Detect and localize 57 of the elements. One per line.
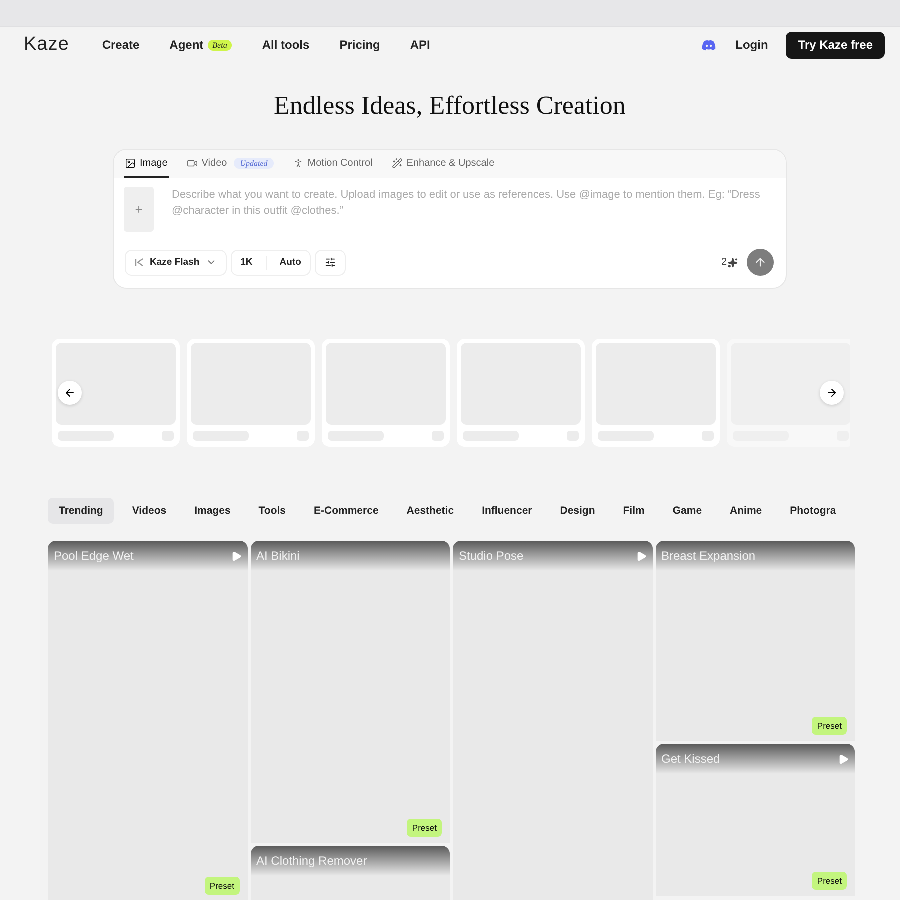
category-tab[interactable]: Influencer: [471, 498, 544, 524]
nav-link[interactable]: Agent Beta: [170, 38, 232, 52]
preset-badge: Preset: [812, 717, 847, 735]
next-button[interactable]: [820, 381, 844, 405]
model-select[interactable]: Kaze Flash: [125, 250, 227, 276]
send-button[interactable]: [747, 249, 774, 276]
discord-icon[interactable]: [702, 40, 716, 50]
category-tab[interactable]: Images: [184, 498, 242, 524]
motion-icon: [292, 158, 304, 168]
card-title: Breast Expansion: [662, 549, 756, 563]
nav-link[interactable]: All tools: [262, 38, 310, 52]
category-tab[interactable]: Videos: [121, 498, 178, 524]
size-select[interactable]: 1K Auto: [230, 250, 312, 276]
category-tab[interactable]: Photogra: [779, 498, 848, 524]
try-free-button[interactable]: Try Kaze free: [786, 32, 885, 58]
category-tab[interactable]: Aesthetic: [396, 498, 466, 524]
preset-badge: Preset: [204, 877, 240, 895]
preset-badge: Preset: [812, 872, 847, 890]
category-tab[interactable]: Design: [549, 498, 606, 524]
category-tab[interactable]: Trending: [48, 498, 114, 524]
settings-button[interactable]: [315, 250, 346, 276]
mode-tab[interactable]: Motion Control: [292, 150, 374, 178]
category-tab[interactable]: Tools: [248, 498, 298, 524]
card-title: AI Bikini: [256, 549, 300, 563]
category-tab[interactable]: E-Commerce: [303, 498, 390, 524]
card-title: AI Clothing Remover: [256, 854, 368, 868]
category-tab[interactable]: Anime: [719, 498, 774, 524]
preset-badge: Preset: [407, 819, 442, 837]
arrow-right-icon: [826, 387, 838, 399]
arrow-left-icon: [64, 387, 76, 399]
template-card[interactable]: Breast Expansion Preset: [656, 541, 855, 741]
card-title: Pool Edge Wet: [54, 549, 134, 563]
category-tab[interactable]: Game: [662, 498, 714, 524]
logo[interactable]: Kaze: [24, 34, 70, 56]
sparkle-icon: [728, 258, 738, 268]
login-link[interactable]: Login: [736, 38, 768, 52]
beta-badge: Beta: [208, 40, 232, 50]
headline: Endless Ideas, Effortless Creation: [273, 91, 627, 121]
mode-tab[interactable]: Enhance & Upscale: [390, 150, 496, 178]
nav-link[interactable]: API: [410, 38, 430, 52]
sliders-icon: [325, 257, 336, 268]
nav-link[interactable]: Pricing: [340, 38, 380, 52]
arrow-up-icon: [754, 256, 767, 269]
video-icon: [186, 158, 198, 168]
nav-link[interactable]: Create: [102, 38, 140, 52]
template-card[interactable]: Pool Edge Wet Preset: [48, 541, 248, 900]
mode-tab[interactable]: Image: [124, 150, 169, 178]
card-title: Studio Pose: [459, 549, 524, 563]
image-count[interactable]: 2: [721, 257, 738, 268]
template-card[interactable]: AI Bikini Preset: [250, 541, 450, 843]
template-card[interactable]: Get Kissed Preset: [656, 744, 855, 896]
category-tab[interactable]: Film: [612, 498, 656, 524]
enhance-icon: [392, 158, 403, 168]
model-logo-icon: [135, 258, 144, 267]
card-title: Get Kissed: [662, 752, 720, 766]
image-icon: [125, 158, 136, 168]
mode-tab[interactable]: Video Updated: [186, 150, 275, 178]
